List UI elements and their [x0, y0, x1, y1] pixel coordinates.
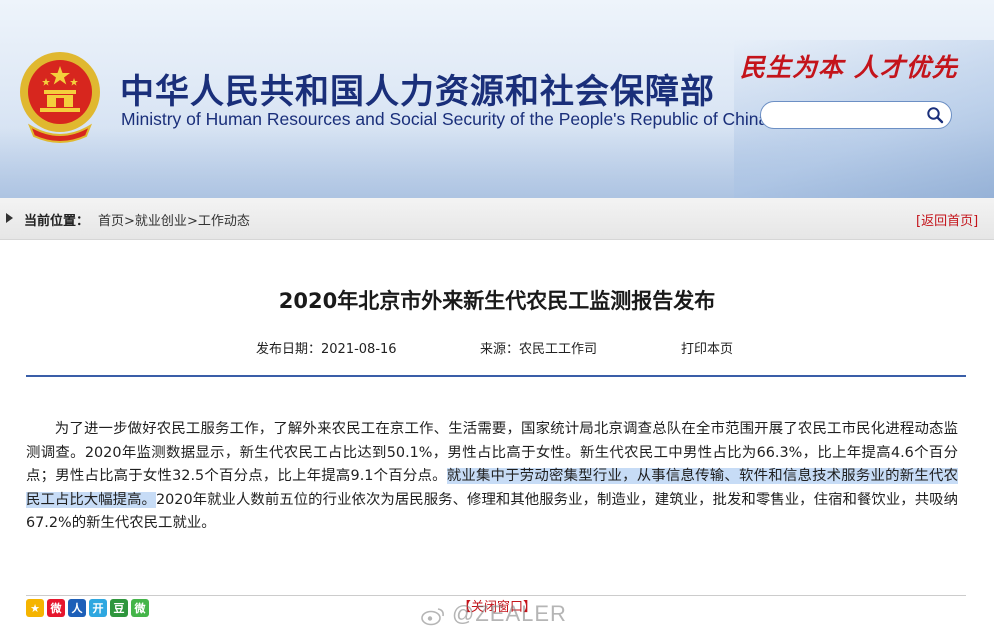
article-source: 来源：农民工工作司	[480, 338, 597, 357]
article-body-text: 2020年就业人数前五位的行业依次为居民服务、修理和其他服务业，制造业，建筑业，…	[26, 491, 958, 532]
breadcrumb-item-work-news[interactable]: 工作动态	[198, 214, 250, 229]
header-banner: 中华人民共和国人力资源和社会保障部 Ministry of Human Reso…	[0, 0, 994, 198]
print-page-link[interactable]: 打印本页	[681, 338, 733, 357]
search-box[interactable]	[760, 101, 952, 129]
search-icon[interactable]	[926, 106, 944, 124]
breadcrumb-separator: >	[186, 214, 198, 229]
qzone-icon[interactable]: ★	[26, 599, 44, 617]
breadcrumb-path: 首页>就业创业>工作动态	[98, 210, 250, 229]
back-home-link[interactable]: [返回首页]	[916, 210, 978, 229]
site-slogan: 民生为本 人才优先	[740, 53, 958, 82]
site-title-chinese: 中华人民共和国人力资源和社会保障部	[120, 72, 715, 112]
search-input[interactable]	[771, 105, 921, 125]
publish-date: 发布日期：2021-08-16	[256, 338, 397, 357]
breadcrumb: 当前位置： 首页>就业创业>工作动态 [返回首页]	[0, 198, 994, 240]
site-title-english: Ministry of Human Resources and Social S…	[121, 109, 769, 129]
national-emblem-icon	[20, 52, 100, 143]
weibo-icon[interactable]: 微	[47, 599, 65, 617]
douban-icon[interactable]: 豆	[110, 599, 128, 617]
triangle-right-icon	[6, 213, 13, 223]
publish-date-value: 2021-08-16	[321, 342, 397, 357]
wechat-icon[interactable]: 微	[131, 599, 149, 617]
renren-icon[interactable]: 人	[68, 599, 86, 617]
breadcrumb-separator: >	[124, 214, 135, 229]
article-source-label: 来源：	[480, 342, 520, 357]
article-title: 2020年北京市外来新生代农民工监测报告发布	[278, 289, 716, 313]
breadcrumb-label: 当前位置：	[24, 214, 90, 229]
breadcrumb-item-employment[interactable]: 就业创业	[135, 214, 187, 229]
breadcrumb-item-home[interactable]: 首页	[98, 214, 124, 229]
share-bar: ★ 微人开豆微	[26, 599, 149, 617]
watermark-text: @ZEALER	[452, 601, 567, 626]
kaixin-icon[interactable]: 开	[89, 599, 107, 617]
article-body: 为了进一步做好农民工服务工作，了解外来农民工在京工作、生活需要，国家统计局北京调…	[26, 418, 958, 536]
title-divider	[26, 375, 966, 377]
weibo-logo-watermark-icon	[421, 608, 444, 626]
article-source-value: 农民工工作司	[519, 342, 598, 357]
publish-date-label: 发布日期：	[256, 342, 322, 357]
